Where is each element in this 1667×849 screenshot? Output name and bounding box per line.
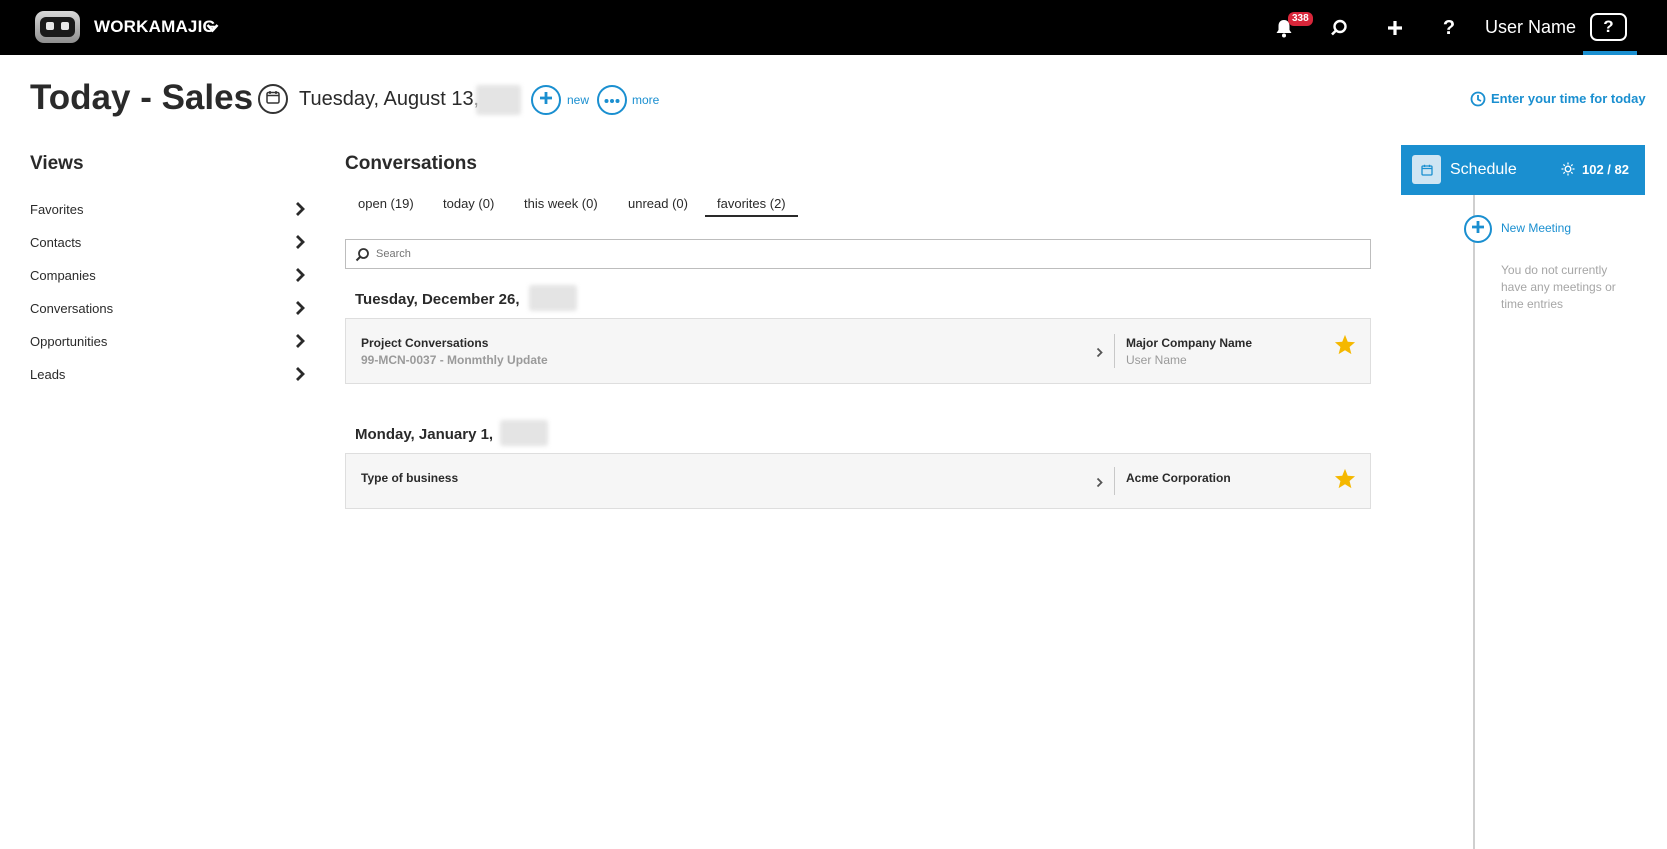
views-title: Views: [30, 153, 84, 174]
search-input[interactable]: [376, 244, 1356, 264]
top-navigation-bar: WORKAMAJIG 338 ? User Name ?: [0, 0, 1667, 55]
conversation-card[interactable]: Type of business Acme Corporation: [345, 453, 1371, 509]
chevron-right-icon[interactable]: [1096, 345, 1103, 363]
more-button[interactable]: [597, 85, 627, 115]
workamajig-logo-icon[interactable]: [35, 11, 80, 43]
search-icon[interactable]: [1327, 16, 1351, 40]
plus-icon: [1471, 220, 1485, 239]
new-link[interactable]: new: [567, 93, 589, 107]
redacted-year: [500, 420, 548, 446]
calendar-button[interactable]: [258, 84, 288, 114]
tab-unread[interactable]: unread (0): [628, 196, 688, 211]
chevron-right-icon: [295, 300, 305, 319]
help-button[interactable]: ?: [1590, 13, 1627, 41]
search-icon: [355, 247, 370, 267]
schedule-empty-message: You do not currently have any meetings o…: [1501, 263, 1616, 311]
card-divider: [1114, 334, 1115, 368]
company-name: Major Company Name: [1126, 336, 1253, 350]
brand-name[interactable]: WORKAMAJIG: [94, 17, 216, 37]
ellipsis-icon: [604, 91, 620, 109]
brand-chevron-down-icon[interactable]: [206, 20, 219, 38]
new-button[interactable]: [531, 85, 561, 115]
view-item-opportunities[interactable]: Opportunities: [30, 331, 305, 353]
conversation-title: Type of business: [361, 471, 459, 485]
sun-icon: [1561, 162, 1575, 181]
view-item-contacts[interactable]: Contacts: [30, 232, 305, 254]
schedule-header[interactable]: Schedule 102 / 82: [1401, 145, 1645, 195]
plus-icon: [539, 91, 553, 110]
chevron-right-icon: [295, 366, 305, 385]
chevron-right-icon: [295, 201, 305, 220]
contact-name: User Name: [1126, 353, 1187, 367]
conversation-subtitle: 99-MCN-0037 - Monmthly Update: [361, 353, 548, 367]
user-name-menu[interactable]: User Name: [1485, 17, 1576, 38]
chevron-right-icon: [295, 267, 305, 286]
chevron-right-icon: [295, 234, 305, 253]
view-item-companies[interactable]: Companies: [30, 265, 305, 287]
view-item-conversations[interactable]: Conversations: [30, 298, 305, 320]
calendar-icon: [1412, 155, 1441, 184]
page-title: Today - Sales: [30, 78, 254, 117]
current-date: Tuesday, August 13,: [299, 88, 480, 110]
schedule-timeline: [1473, 195, 1475, 849]
group-date: Monday, January 1,: [355, 426, 494, 443]
favorite-star-icon[interactable]: [1334, 468, 1356, 494]
tab-today[interactable]: today (0): [443, 196, 494, 211]
group-date: Tuesday, December 26,: [355, 291, 520, 308]
notification-count-badge: 338: [1288, 12, 1313, 26]
new-meeting-button[interactable]: [1464, 215, 1492, 243]
schedule-title: Schedule: [1450, 161, 1517, 178]
card-divider: [1114, 467, 1115, 495]
enter-time-link[interactable]: Enter your time for today: [1491, 91, 1646, 106]
conversation-card[interactable]: Project Conversations 99-MCN-0037 - Monm…: [345, 318, 1371, 384]
redacted-year: [476, 85, 521, 115]
tab-favorites[interactable]: favorites (2): [717, 196, 786, 211]
active-tab-indicator: [705, 215, 798, 217]
favorite-star-icon[interactable]: [1334, 334, 1356, 360]
schedule-count: 102 / 82: [1582, 162, 1629, 177]
chevron-right-icon: [295, 333, 305, 352]
clock-icon[interactable]: [1470, 91, 1486, 112]
redacted-year: [529, 285, 577, 311]
search-box: [345, 239, 1371, 269]
more-link[interactable]: more: [632, 93, 659, 107]
tab-open[interactable]: open (19): [358, 196, 414, 211]
conversation-title: Project Conversations: [361, 336, 489, 350]
active-indicator: [1583, 51, 1637, 55]
view-item-favorites[interactable]: Favorites: [30, 199, 305, 221]
plus-icon[interactable]: [1383, 16, 1407, 40]
new-meeting-link[interactable]: New Meeting: [1501, 221, 1571, 235]
company-name: Acme Corporation: [1126, 471, 1231, 485]
tab-this-week[interactable]: this week (0): [524, 196, 598, 211]
calendar-icon: [266, 90, 280, 109]
view-item-leads[interactable]: Leads: [30, 364, 305, 386]
conversations-title: Conversations: [345, 153, 477, 174]
chevron-right-icon[interactable]: [1096, 475, 1103, 493]
question-mark-icon[interactable]: ?: [1437, 16, 1461, 40]
